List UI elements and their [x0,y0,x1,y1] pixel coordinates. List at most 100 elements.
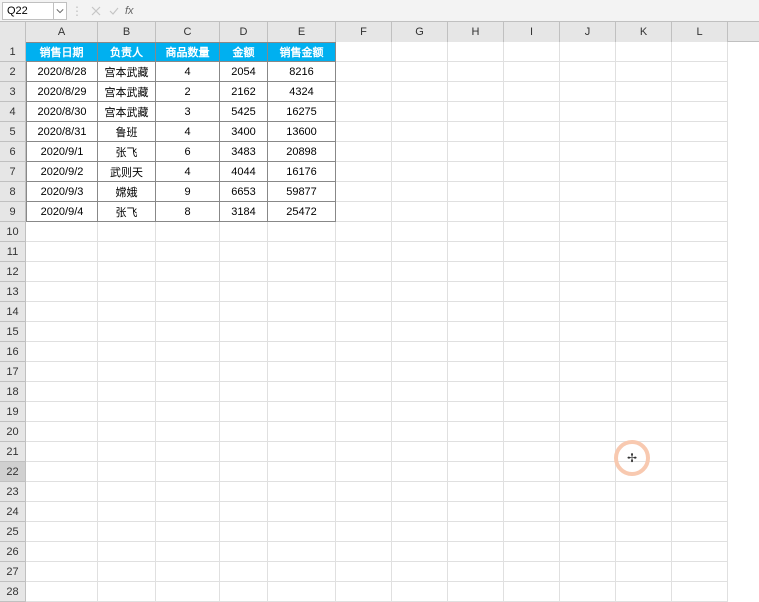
cell[interactable] [268,322,336,342]
cell[interactable]: 2020/9/1 [26,142,98,162]
cell[interactable] [98,382,156,402]
cell[interactable] [672,502,728,522]
cell[interactable] [448,362,504,382]
cell[interactable] [336,242,392,262]
cell[interactable] [26,222,98,242]
cell[interactable] [268,442,336,462]
cell[interactable] [560,562,616,582]
cell[interactable] [504,142,560,162]
cell[interactable] [98,442,156,462]
cell[interactable]: 张飞 [98,202,156,222]
cell[interactable] [392,322,448,342]
col-header-I[interactable]: I [504,22,560,42]
row-header[interactable]: 4 [0,102,26,122]
cell[interactable] [504,302,560,322]
cell[interactable] [560,42,616,62]
cell[interactable] [336,82,392,102]
cell[interactable] [392,42,448,62]
cell[interactable] [268,562,336,582]
cell[interactable] [156,282,220,302]
cell[interactable] [504,482,560,502]
row-header[interactable]: 16 [0,342,26,362]
row-header[interactable]: 12 [0,262,26,282]
cell[interactable] [504,122,560,142]
cell[interactable] [98,362,156,382]
cell[interactable] [448,422,504,442]
cell[interactable] [220,342,268,362]
cell[interactable] [98,582,156,602]
cell[interactable]: 9 [156,182,220,202]
row-header[interactable]: 6 [0,142,26,162]
cell[interactable] [98,322,156,342]
cell[interactable] [616,342,672,362]
cell[interactable] [392,222,448,242]
name-box[interactable]: Q22 [2,2,54,20]
cell[interactable] [220,542,268,562]
cell[interactable] [98,502,156,522]
cell[interactable] [672,282,728,302]
cell[interactable]: 2020/8/29 [26,82,98,102]
cell[interactable] [392,122,448,142]
row-header[interactable]: 14 [0,302,26,322]
cell[interactable] [560,302,616,322]
cell[interactable] [672,222,728,242]
cell[interactable] [672,402,728,422]
cell[interactable] [220,322,268,342]
cell[interactable] [448,82,504,102]
cell[interactable] [156,482,220,502]
cell[interactable] [672,122,728,142]
cell[interactable] [392,482,448,502]
cell[interactable]: 8 [156,202,220,222]
cell[interactable] [504,462,560,482]
cell[interactable] [336,122,392,142]
cell[interactable] [392,522,448,542]
row-header[interactable]: 22 [0,462,26,482]
cell[interactable] [98,462,156,482]
cell[interactable] [448,102,504,122]
cell[interactable] [220,402,268,422]
cell[interactable] [504,262,560,282]
cell[interactable] [26,402,98,422]
cell[interactable] [392,442,448,462]
cell[interactable]: 3184 [220,202,268,222]
cell[interactable] [156,582,220,602]
cell[interactable]: 16176 [268,162,336,182]
cancel-formula-button[interactable] [89,4,103,18]
cell[interactable]: 宫本武藏 [98,82,156,102]
cell[interactable]: 59877 [268,182,336,202]
cell[interactable] [448,262,504,282]
cell[interactable] [560,142,616,162]
col-header-E[interactable]: E [268,22,336,42]
cell[interactable]: 负责人 [98,42,156,62]
cell[interactable] [616,442,672,462]
cell[interactable] [392,182,448,202]
cell[interactable] [448,222,504,242]
cell[interactable] [504,322,560,342]
cell[interactable] [392,162,448,182]
cell[interactable] [336,442,392,462]
cell[interactable] [392,342,448,362]
cell[interactable] [220,262,268,282]
cell[interactable] [616,202,672,222]
cell[interactable] [268,222,336,242]
cell[interactable] [672,542,728,562]
cell[interactable] [26,462,98,482]
cell[interactable] [392,422,448,442]
cell[interactable] [392,142,448,162]
cell[interactable]: 4324 [268,82,336,102]
cell[interactable] [448,482,504,502]
cell[interactable]: 8216 [268,62,336,82]
cell[interactable] [336,302,392,322]
cell[interactable] [560,502,616,522]
cell[interactable] [268,462,336,482]
cell[interactable] [616,422,672,442]
cell[interactable] [448,342,504,362]
cell[interactable] [336,62,392,82]
cell[interactable] [504,182,560,202]
cell[interactable] [26,242,98,262]
cell[interactable] [98,282,156,302]
cell[interactable] [98,482,156,502]
cell[interactable] [392,282,448,302]
col-header-H[interactable]: H [448,22,504,42]
cell[interactable] [448,122,504,142]
